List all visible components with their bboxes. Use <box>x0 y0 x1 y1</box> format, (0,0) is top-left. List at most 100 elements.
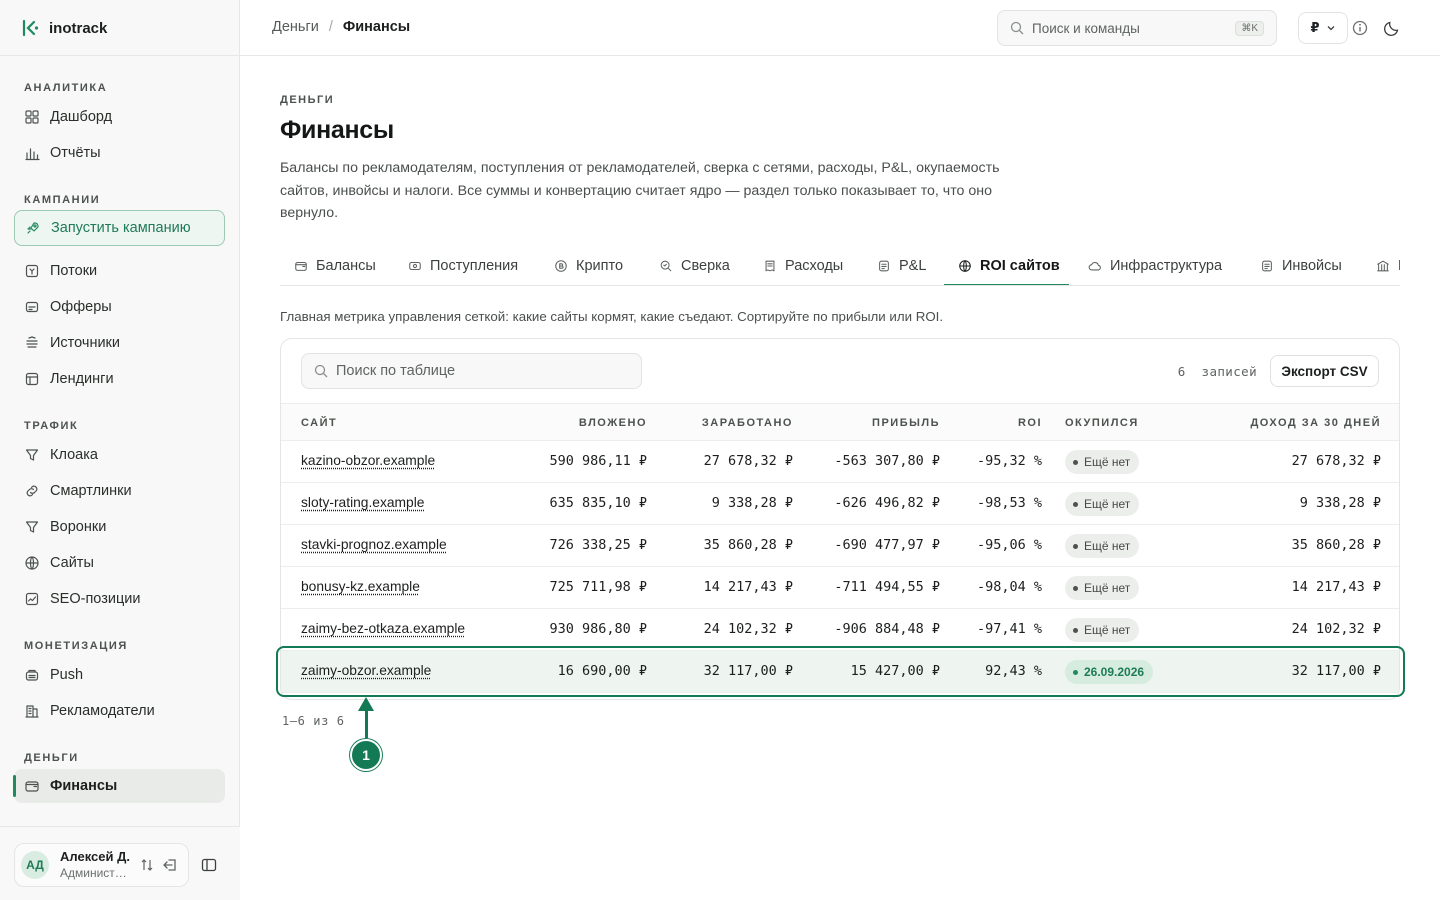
earned-value: 14 217,43 ₽ <box>703 579 793 595</box>
sidebar-item[interactable]: Финансы <box>13 769 225 803</box>
tab[interactable]: Инфраструктура <box>1088 246 1222 285</box>
sidebar: inotrack АНАЛИТИКА Дашборд Отчёты КАМПАНИИ З… <box>0 0 240 900</box>
annotation-highlight <box>276 646 1405 697</box>
table-row[interactable]: kazino-obzor.example 590 986,11 ₽ 27 678,3… <box>281 441 1399 483</box>
info-icon[interactable] <box>1351 19 1369 37</box>
rocket-icon <box>27 222 39 234</box>
table-search-input[interactable]: Поиск по таблице <box>301 353 642 389</box>
user-role: Администратор <box>60 866 132 880</box>
sidebar-item[interactable]: Клоака <box>14 438 225 472</box>
col-earned[interactable]: ЗАРАБОТАНО <box>702 417 793 429</box>
table-row[interactable]: zaimy-bez-otkaza.example 930 986,80 ₽ 24 1… <box>281 609 1399 651</box>
sidebar-item[interactable]: SEO-позиции <box>14 582 225 616</box>
payback-badge: Ещё нет <box>1065 534 1140 558</box>
sidebar-item[interactable]: Отчёты <box>14 136 225 170</box>
page-description: Балансы по рекламодателям, поступления о… <box>280 160 1000 221</box>
receipt-icon <box>765 260 775 272</box>
section-title: КАМПАНИИ <box>24 194 101 206</box>
income30-value: 35 860,28 ₽ <box>1291 537 1381 553</box>
finance-tabs: Балансы Поступления Крипто Сверка Расходы P&L… <box>280 246 1400 286</box>
sidebar-item[interactable]: Смартлинки <box>14 474 225 508</box>
moon-icon[interactable] <box>1383 19 1401 37</box>
earned-value: 9 338,28 ₽ <box>711 495 793 511</box>
tab[interactable]: Расходы <box>763 246 844 285</box>
avatar: АД <box>21 851 49 879</box>
sidebar-item[interactable]: Источники <box>14 326 225 360</box>
sidebar-item[interactable]: Лендинги <box>14 362 225 396</box>
col-invested[interactable]: ВЛОЖЕНО <box>579 417 647 429</box>
page-icon <box>25 372 39 386</box>
bell-icon <box>25 669 39 681</box>
tab[interactable]: Балансы <box>294 246 376 285</box>
export-csv-button[interactable]: Экспорт CSV <box>1270 355 1379 387</box>
coin-icon <box>555 260 567 272</box>
sidebar-item[interactable]: Дашборд <box>14 100 225 134</box>
site-link[interactable]: sloty-rating.example <box>301 495 424 510</box>
sidebar-item[interactable]: Воронки <box>14 510 225 544</box>
user-card[interactable]: АД Алексей Д. Администратор <box>14 843 189 887</box>
status-dot <box>1073 543 1078 549</box>
tab[interactable]: Н <box>1376 246 1400 285</box>
tab[interactable]: Крипто <box>554 246 623 285</box>
sidebar-item-label: Отчёты <box>50 145 101 161</box>
tab-label: Расходы <box>785 258 844 274</box>
col-site[interactable]: САЙТ <box>301 417 337 429</box>
breadcrumb-parent[interactable]: Деньги <box>272 19 319 35</box>
sidebar-item[interactable]: Сайты <box>14 546 225 580</box>
chevron-down-icon <box>1327 26 1334 31</box>
roi-value: -97,41 % <box>976 621 1042 637</box>
tab[interactable]: P&L <box>877 246 926 285</box>
payback-badge: Ещё нет <box>1065 450 1140 474</box>
wallet-icon <box>25 781 39 792</box>
section-title: АНАЛИТИКА <box>24 82 108 94</box>
tab[interactable]: Поступления <box>408 246 518 285</box>
site-link[interactable]: stavki-prognoz.example <box>301 537 447 552</box>
filter-icon <box>25 449 39 461</box>
sidebar-item[interactable]: Потоки <box>14 254 225 288</box>
table-row[interactable]: stavki-prognoz.example 726 338,25 ₽ 35 860… <box>281 525 1399 567</box>
col-payback[interactable]: ОКУПИЛСЯ <box>1065 417 1139 429</box>
cloud-icon <box>1088 262 1101 271</box>
command-search[interactable]: Поиск и команды ⌘K <box>997 10 1277 46</box>
sidebar-item[interactable]: Офферы <box>14 290 225 324</box>
sidebar-item[interactable]: Push <box>14 658 225 692</box>
profit-value: -563 307,80 ₽ <box>834 453 940 469</box>
tab[interactable]: ROI сайтов <box>958 246 1060 285</box>
table-search-placeholder: Поиск по таблице <box>336 363 456 379</box>
tab-label: Сверка <box>681 258 730 274</box>
shortcut-badge: ⌘K <box>1235 20 1264 36</box>
collapse-sidebar-button[interactable] <box>199 855 219 875</box>
section-title: ТРАФИК <box>24 420 79 432</box>
tab[interactable]: Сверка <box>659 246 730 285</box>
search-icon <box>1010 21 1024 35</box>
site-link[interactable]: kazino-obzor.example <box>301 453 435 468</box>
site-link[interactable]: zaimy-bez-otkaza.example <box>301 621 465 636</box>
col-roi[interactable]: ROI <box>1018 417 1042 429</box>
tab[interactable]: Инвойсы <box>1260 246 1342 285</box>
logout-icon[interactable] <box>162 857 178 873</box>
payback-text: Ещё нет <box>1084 455 1131 469</box>
brand[interactable]: inotrack <box>20 17 107 39</box>
table-row[interactable]: sloty-rating.example 635 835,10 ₽ 9 338,28… <box>281 483 1399 525</box>
table-row[interactable]: bonusy-kz.example 725 711,98 ₽ 14 217,43 ₽… <box>281 567 1399 609</box>
switch-icon[interactable] <box>140 858 154 872</box>
sidebar-item[interactable]: Рекламодатели <box>14 694 225 728</box>
tag-icon <box>25 301 39 313</box>
globe-icon <box>959 260 971 272</box>
payback-text: Ещё нет <box>1084 539 1131 553</box>
roi-value: -95,32 % <box>976 453 1042 469</box>
page-title: Финансы <box>280 116 394 144</box>
breadcrumb: Деньги / Финансы <box>272 19 410 35</box>
top-header: Деньги / Финансы Поиск и команды ⌘K ₽ <box>240 0 1440 56</box>
currency-select[interactable]: ₽ <box>1298 12 1348 44</box>
page-eyebrow: ДЕНЬГИ <box>280 94 335 106</box>
site-link[interactable]: bonusy-kz.example <box>301 579 420 594</box>
sidebar-item-label: SEO-позиции <box>50 591 141 607</box>
col-income30[interactable]: ДОХОД ЗА 30 ДНЕЙ <box>1250 417 1381 429</box>
payback-badge: Ещё нет <box>1065 492 1140 516</box>
col-profit[interactable]: ПРИБЫЛЬ <box>872 417 940 429</box>
sidebar-item[interactable]: Запустить кампанию <box>14 210 225 246</box>
status-dot <box>1073 627 1078 633</box>
wallet-icon <box>295 261 307 271</box>
invested-value: 635 835,10 ₽ <box>549 495 647 511</box>
